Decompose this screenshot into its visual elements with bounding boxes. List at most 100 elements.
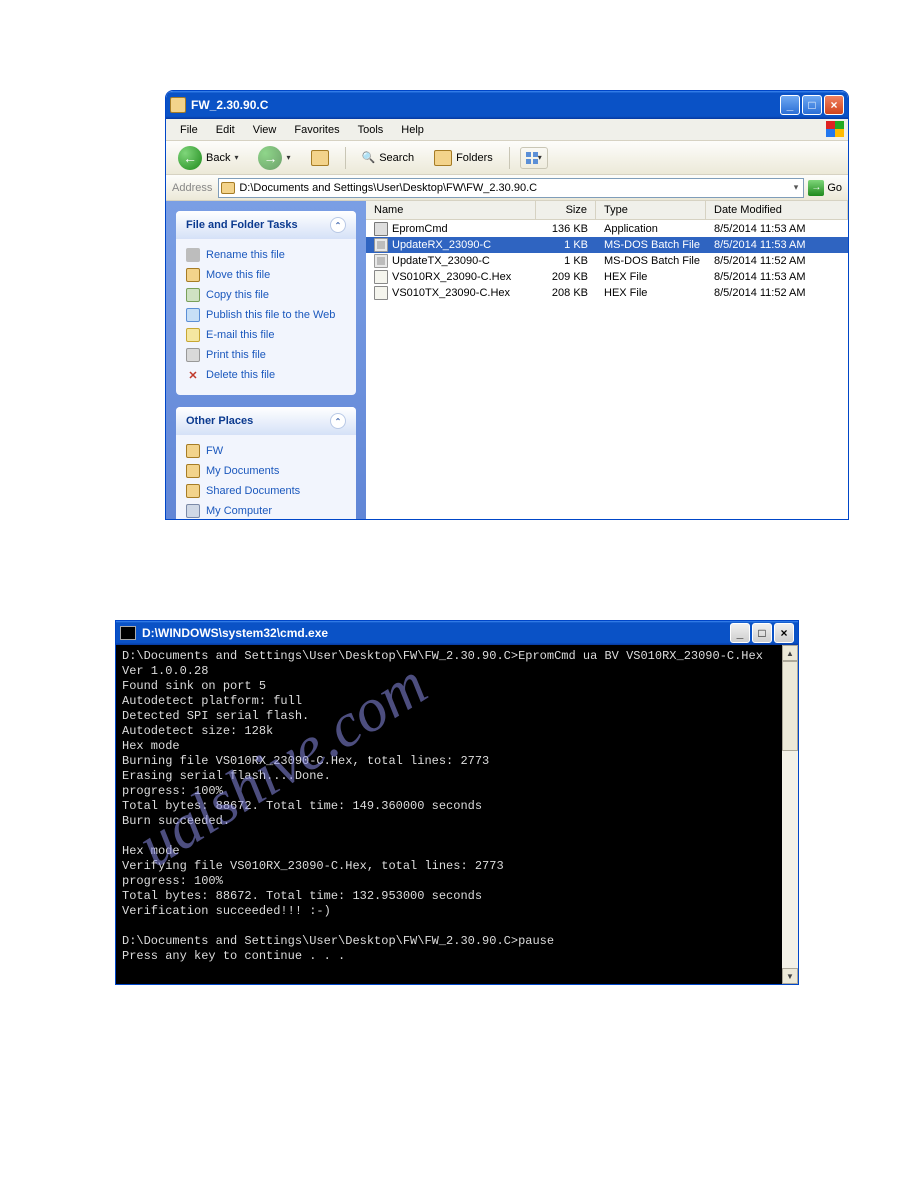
file-size: 1 KB	[536, 255, 596, 267]
scroll-thumb[interactable]	[782, 661, 798, 751]
views-button[interactable]: ▾	[520, 147, 548, 169]
shared-icon	[186, 484, 200, 498]
panel-title: File and Folder Tasks	[186, 219, 298, 231]
scroll-up-icon[interactable]: ▲	[782, 645, 798, 661]
task-publish[interactable]: Publish this file to the Web	[186, 305, 346, 325]
file-row[interactable]: UpdateTX_23090-C 1 KBMS-DOS Batch File8/5…	[366, 253, 848, 269]
back-dropdown-icon[interactable]: ▾	[234, 153, 238, 162]
forward-arrow-icon: →	[258, 146, 282, 170]
menu-tools[interactable]: Tools	[350, 122, 392, 138]
search-button[interactable]: 🔍 Search	[356, 148, 421, 167]
forward-button[interactable]: → ▾	[252, 143, 296, 173]
up-button[interactable]	[305, 147, 335, 169]
window-title: FW_2.30.90.C	[191, 98, 780, 112]
maximize-button[interactable]: □	[802, 95, 822, 115]
address-field[interactable]: D:\Documents and Settings\User\Desktop\F…	[218, 178, 804, 198]
views-icon	[526, 152, 538, 164]
task-label: Print this file	[206, 349, 266, 361]
move-icon	[186, 268, 200, 282]
address-dropdown-icon[interactable]: ▾	[791, 182, 802, 193]
panel-other-places: Other Places ⌃ FW My Documents Shared Docu…	[176, 407, 356, 519]
file-date: 8/5/2014 11:53 AM	[706, 223, 848, 235]
forward-dropdown-icon[interactable]: ▾	[286, 153, 290, 162]
file-bat-icon	[374, 238, 388, 252]
menu-view[interactable]: View	[245, 122, 285, 138]
scroll-track[interactable]	[782, 661, 798, 968]
place-shared[interactable]: Shared Documents	[186, 481, 346, 501]
chevron-up-icon[interactable]: ⌃	[330, 217, 346, 233]
cmd-close-button[interactable]: ×	[774, 623, 794, 643]
scroll-down-icon[interactable]: ▼	[782, 968, 798, 984]
menu-file[interactable]: File	[172, 122, 206, 138]
file-row[interactable]: VS010RX_23090-C.Hex209 KBHEX File8/5/201…	[366, 269, 848, 285]
file-type: MS-DOS Batch File	[596, 255, 706, 267]
place-label: My Documents	[206, 465, 279, 477]
col-name[interactable]: Name	[366, 201, 536, 219]
panel-header-file-tasks[interactable]: File and Folder Tasks ⌃	[176, 211, 356, 239]
file-name: EpromCmd	[392, 223, 448, 235]
task-print[interactable]: Print this file	[186, 345, 346, 365]
address-folder-icon	[221, 182, 235, 194]
file-date: 8/5/2014 11:53 AM	[706, 271, 848, 283]
email-icon	[186, 328, 200, 342]
chevron-up-icon[interactable]: ⌃	[330, 413, 346, 429]
file-row[interactable]: VS010TX_23090-C.Hex208 KBHEX File8/5/201…	[366, 285, 848, 301]
computer-icon	[186, 504, 200, 518]
file-row[interactable]: UpdateRX_23090-C1 KBMS-DOS Batch File8/5…	[366, 237, 848, 253]
file-type: HEX File	[596, 287, 706, 299]
task-copy[interactable]: Copy this file	[186, 285, 346, 305]
cmd-scrollbar[interactable]: ▲ ▼	[782, 645, 798, 984]
back-arrow-icon: ←	[178, 146, 202, 170]
cmd-icon	[120, 626, 136, 640]
back-label: Back	[206, 152, 230, 164]
views-dropdown-icon: ▾	[538, 153, 542, 162]
up-folder-icon	[311, 150, 329, 166]
minimize-button[interactable]: _	[780, 95, 800, 115]
task-rename[interactable]: Rename this file	[186, 245, 346, 265]
search-label: Search	[379, 152, 414, 164]
copy-icon	[186, 288, 200, 302]
file-app-icon	[374, 222, 388, 236]
file-date: 8/5/2014 11:52 AM	[706, 255, 848, 267]
menu-edit[interactable]: Edit	[208, 122, 243, 138]
folders-button[interactable]: Folders	[428, 147, 499, 169]
place-docs[interactable]: My Documents	[186, 461, 346, 481]
col-type[interactable]: Type	[596, 201, 706, 219]
menu-help[interactable]: Help	[393, 122, 432, 138]
back-button[interactable]: ← Back ▾	[172, 143, 244, 173]
explorer-titlebar[interactable]: FW_2.30.90.C _ □ ×	[166, 91, 848, 119]
task-label: Rename this file	[206, 249, 285, 261]
address-bar: Address D:\Documents and Settings\User\D…	[166, 175, 848, 201]
place-fw[interactable]: FW	[186, 441, 346, 461]
file-name: UpdateRX_23090-C	[392, 239, 491, 251]
cmd-titlebar[interactable]: D:\WINDOWS\system32\cmd.exe _ □ ×	[116, 621, 798, 645]
file-row[interactable]: EpromCmd136 KBApplication8/5/2014 11:53 …	[366, 221, 848, 237]
publish-icon	[186, 308, 200, 322]
col-date[interactable]: Date Modified	[706, 201, 848, 219]
task-move[interactable]: Move this file	[186, 265, 346, 285]
rename-icon	[186, 248, 200, 262]
menu-favorites[interactable]: Favorites	[286, 122, 347, 138]
search-icon: 🔍	[362, 151, 376, 164]
cmd-window: D:\WINDOWS\system32\cmd.exe _ □ × D:\Doc…	[115, 620, 799, 985]
place-computer[interactable]: My Computer	[186, 501, 346, 519]
explorer-window: FW_2.30.90.C _ □ × File Edit View Favori…	[165, 90, 849, 520]
file-pane: Name Size Type Date Modified EpromCmd 136…	[366, 201, 848, 519]
delete-icon: ✕	[186, 368, 200, 382]
col-size[interactable]: Size	[536, 201, 596, 219]
task-delete[interactable]: ✕Delete this file	[186, 365, 346, 385]
close-button[interactable]: ×	[824, 95, 844, 115]
task-label: Move this file	[206, 269, 270, 281]
cmd-minimize-button[interactable]: _	[730, 623, 750, 643]
file-name: UpdateTX_23090-C	[392, 255, 490, 267]
file-size: 136 KB	[536, 223, 596, 235]
file-name: VS010TX_23090-C.Hex	[392, 287, 510, 299]
toolbar-separator	[345, 147, 346, 169]
task-label: Copy this file	[206, 289, 269, 301]
task-email[interactable]: E-mail this file	[186, 325, 346, 345]
go-button[interactable]: → Go	[808, 180, 842, 196]
cmd-maximize-button[interactable]: □	[752, 623, 772, 643]
toolbar-separator-2	[509, 147, 510, 169]
go-arrow-icon: →	[808, 180, 824, 196]
panel-header-other[interactable]: Other Places ⌃	[176, 407, 356, 435]
